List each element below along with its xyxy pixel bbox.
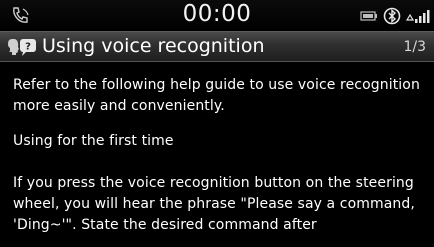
page-title: Using voice recognition — [42, 35, 265, 57]
instruction-paragraph: If you press the voice recognition butto… — [13, 175, 415, 233]
status-bar: 00:00 — [0, 0, 434, 31]
bluetooth-icon — [383, 7, 401, 25]
voice-recognition-icon: ? — [6, 36, 40, 58]
title-bar: ? Using voice recognition 1/3 — [0, 31, 434, 62]
signal-bars-icon — [406, 8, 430, 24]
svg-text:?: ? — [25, 42, 31, 53]
status-icons — [360, 6, 430, 26]
page-indicator: 1/3 — [403, 39, 426, 55]
intro-paragraph: Refer to the following help guide to use… — [13, 77, 420, 114]
help-content: Refer to the following help guide to use… — [0, 62, 434, 247]
battery-icon — [360, 10, 378, 22]
help-screen: 00:00 ? Using voice recognition 1/3 Refe… — [0, 0, 434, 247]
section-heading: Using for the first time — [13, 133, 174, 149]
